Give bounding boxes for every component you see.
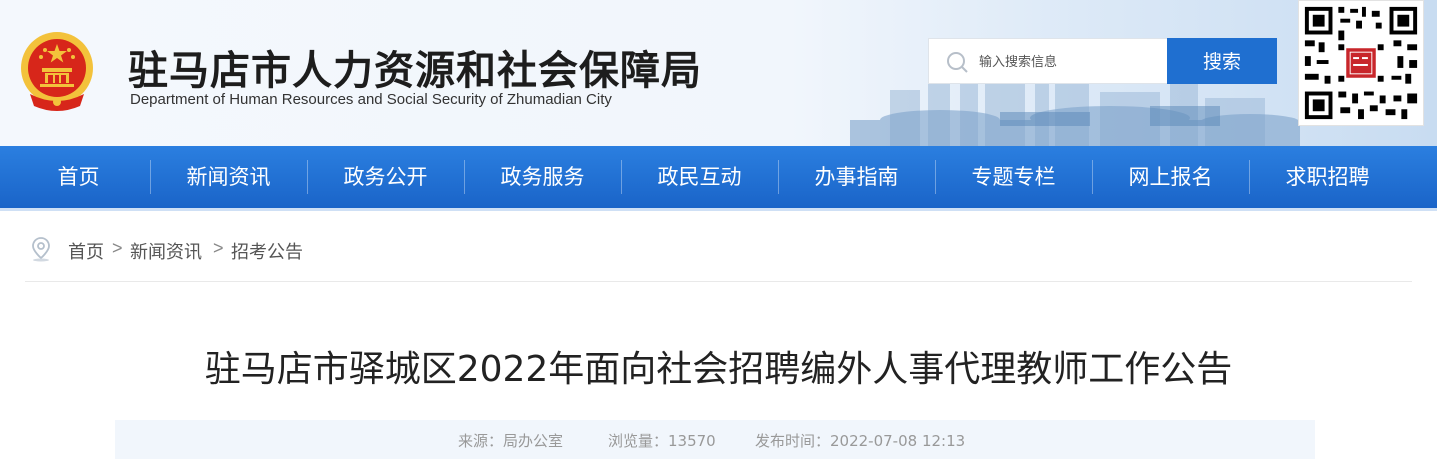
nav-item-guide[interactable]: 办事指南 [778, 146, 935, 208]
search-button[interactable]: 搜索 [1167, 38, 1277, 84]
article-view-count: 浏览量：13570 [608, 432, 716, 450]
article-meta-bar: 来源：局办公室 浏览量：13570 发布时间：2022-07-08 12:13 [115, 420, 1315, 459]
nav-item-home[interactable]: 首页 [0, 146, 157, 208]
site-subtitle: Department of Human Resources and Social… [130, 91, 612, 108]
location-pin-icon [32, 237, 50, 262]
article-publish-time: 发布时间：2022-07-08 12:13 [755, 432, 966, 450]
breadcrumb-news[interactable]: 新闻资讯 [130, 238, 202, 264]
breadcrumb-separator: > [213, 238, 224, 258]
breadcrumb-exam-notices[interactable]: 招考公告 [231, 238, 303, 264]
search-box [928, 38, 1168, 84]
nav-item-government-affairs[interactable]: 政务公开 [307, 146, 464, 208]
breadcrumb-separator: > [112, 238, 123, 258]
nav-item-job-recruitment[interactable]: 求职招聘 [1249, 146, 1406, 208]
article-source: 来源：局办公室 [458, 432, 564, 450]
search-input[interactable] [979, 51, 1159, 73]
nav-item-news[interactable]: 新闻资讯 [150, 146, 307, 208]
qr-code-icon[interactable] [1298, 0, 1424, 126]
breadcrumb-divider [25, 281, 1412, 282]
nav-item-government-services[interactable]: 政务服务 [464, 146, 621, 208]
breadcrumb-home[interactable]: 首页 [68, 238, 104, 264]
search-icon [947, 52, 968, 73]
nav-item-special-topics[interactable]: 专题专栏 [935, 146, 1092, 208]
nav-item-online-registration[interactable]: 网上报名 [1092, 146, 1249, 208]
national-emblem-icon [21, 32, 93, 111]
main-nav: 首页 新闻资讯 政务公开 政务服务 政民互动 办事指南 专题专栏 网上报名 求职… [0, 146, 1437, 208]
nav-bottom-border [0, 208, 1437, 211]
nav-item-interaction[interactable]: 政民互动 [621, 146, 778, 208]
article-title: 驻马店市驿城区2022年面向社会招聘编外人事代理教师工作公告 [204, 349, 1233, 390]
site-header: 驻马店市人力资源和社会保障局 Department of Human Resou… [0, 0, 1437, 146]
site-title: 驻马店市人力资源和社会保障局 [128, 48, 702, 94]
